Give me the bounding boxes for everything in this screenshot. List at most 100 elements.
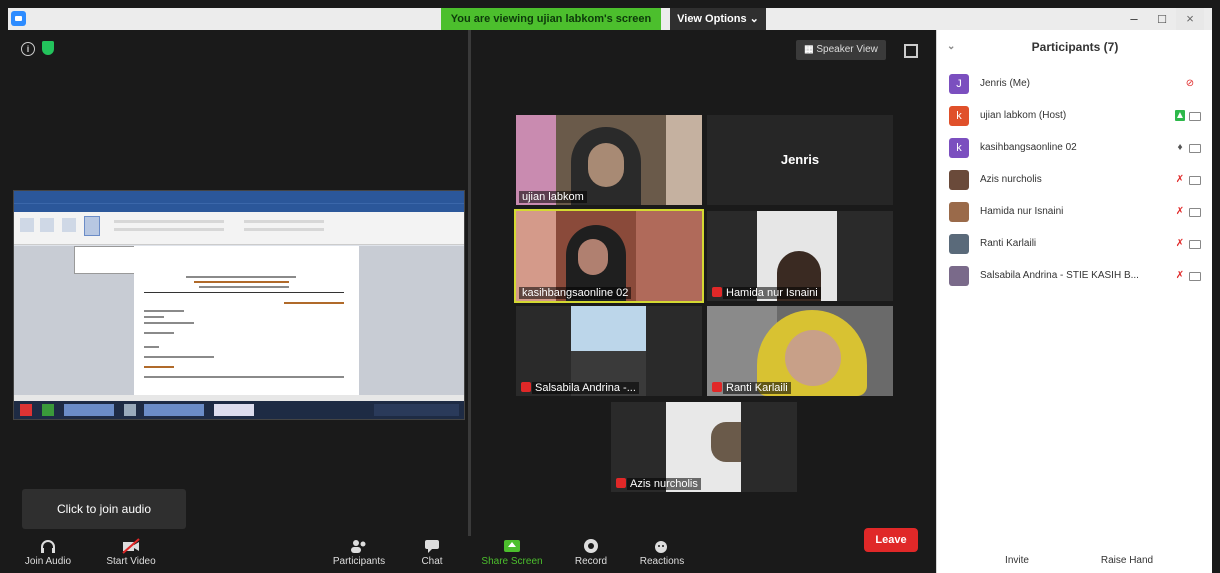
minimize-button[interactable]: – [1120,8,1148,30]
mic-icon: ♦ [1177,142,1183,153]
avatar: k [949,106,969,126]
camera-icon [1189,208,1201,217]
video-gallery: ▦ Speaker View ujian labkom Jenris kasih… [471,30,936,573]
leave-button[interactable]: Leave [864,528,918,552]
video-off-icon [122,538,140,554]
participants-button[interactable]: Participants [324,536,394,573]
maximize-button[interactable]: □ [1148,8,1176,30]
doc-ribbon [14,212,464,245]
join-audio-button[interactable]: Join Audio [13,536,83,573]
participant-row[interactable]: Salsabila Andrina - STIE KASIH B... ✗ [937,264,1212,288]
gallery-icon: ▦ [804,44,814,55]
muted-mic-icon: ✗ [1175,206,1185,217]
fullscreen-icon[interactable] [904,44,918,58]
start-video-label: Start Video [106,556,156,567]
start-video-button[interactable]: Start Video [96,536,166,573]
participant-name: kasihbangsaonline 02 [980,142,1077,153]
doc-menu [14,203,464,212]
chat-button[interactable]: Chat [397,536,467,573]
doc-area [14,246,464,400]
headphones-icon [41,540,55,553]
avatar: J [949,74,969,94]
join-audio-label: Join Audio [24,556,72,567]
camera-icon [1189,272,1201,281]
video-tile[interactable]: Jenris [707,115,893,205]
invite-button[interactable]: Invite [987,550,1047,572]
video-tile[interactable]: ujian labkom [516,115,702,205]
shared-screen-pane: i Click to join audio [8,30,468,573]
camera-icon [1189,144,1201,153]
share-screen-button[interactable]: Share Screen [477,536,547,573]
doc-titlebar [14,191,464,203]
participant-name: Salsabila Andrina - STIE KASIH B... [980,270,1139,281]
participants-title: Participants (7) [1031,40,1119,54]
reactions-label: Reactions [639,556,685,567]
participant-row[interactable]: k kasihbangsaonline 02 ♦ [937,136,1212,160]
participant-name: Hamida nur Isnaini [980,206,1064,217]
participants-header: ⌄ Participants (7) [937,30,1212,64]
doc-taskbar [14,401,464,419]
camera-icon [1189,176,1201,185]
muted-mic-icon: ✗ [1175,270,1185,281]
participant-row[interactable]: J Jenris (Me) ⊘ [937,72,1212,96]
tile-label: Azis nurcholis [627,478,701,490]
meeting-toolbar: Join Audio Start Video Participants Chat [8,536,936,573]
participants-panel: ⌄ Participants (7) J Jenris (Me) ⊘ k uji… [936,30,1212,573]
speaker-view-button[interactable]: ▦ Speaker View [796,40,886,60]
muted-mic-icon: ✗ [1175,238,1185,249]
video-tile-active[interactable]: kasihbangsaonline 02 [514,209,704,303]
reactions-icon [655,541,667,553]
chat-icon [425,540,439,553]
encryption-shield-icon[interactable] [42,41,54,55]
raise-hand-button[interactable]: Raise Hand [1087,550,1167,572]
record-button[interactable]: Record [556,536,626,573]
participant-name: Jenris (Me) [980,78,1031,89]
close-button[interactable]: × [1176,8,1204,30]
camera-icon [1189,240,1201,249]
collapse-chevron-icon[interactable]: ⌄ [947,30,955,64]
video-tile[interactable]: Ranti Karlaili [707,306,893,396]
tile-label: Salsabila Andrina -... [532,382,639,394]
participant-row[interactable]: Hamida nur Isnaini ✗ [937,200,1212,224]
record-icon [584,539,598,553]
tile-name: Jenris [780,152,820,167]
tile-label: Ranti Karlaili [723,382,791,394]
avatar [949,170,969,190]
join-audio-tooltip[interactable]: Click to join audio [22,489,186,529]
info-icon[interactable]: i [21,42,35,56]
muted-mic-icon [712,382,722,392]
participant-row[interactable]: Azis nurcholis ✗ [937,168,1212,192]
doc-page [134,246,359,400]
video-tile[interactable]: Azis nurcholis [611,402,797,492]
avatar: k [949,138,969,158]
chat-label: Chat [421,556,443,567]
view-options-button[interactable]: View Options ⌄ [670,8,766,30]
video-tile[interactable]: Hamida nur Isnaini [707,211,893,301]
participant-row[interactable]: k ujian labkom (Host) ▲ [937,104,1212,128]
share-screen-icon [504,540,520,552]
participants-label: Participants [332,556,386,567]
zoom-window: You are viewing ujian labkom's screen Vi… [8,8,1212,573]
record-label: Record [574,556,608,567]
tile-label: ujian labkom [519,191,587,203]
viewing-banner: You are viewing ujian labkom's screen [441,8,661,30]
muted-mic-icon [521,382,531,392]
share-screen-label: Share Screen [481,556,543,567]
participant-name: ujian labkom (Host) [980,110,1067,121]
reactions-button[interactable]: Reactions [627,536,697,573]
participant-row[interactable]: Ranti Karlaili ✗ [937,232,1212,256]
participants-icon [351,540,366,553]
video-off-icon: ⊘ [1185,78,1195,89]
screen-share-icon: ▲ [1175,110,1185,121]
tile-label: Hamida nur Isnaini [723,287,821,299]
participant-name: Ranti Karlaili [980,238,1037,249]
avatar [949,202,969,222]
participant-name: Azis nurcholis [980,174,1042,185]
camera-icon [1189,112,1201,121]
tile-label: kasihbangsaonline 02 [519,287,632,299]
avatar [949,266,969,286]
muted-mic-icon [616,478,626,488]
video-tile[interactable]: Salsabila Andrina -... [516,306,702,396]
zoom-logo-icon [11,11,26,26]
title-bar: You are viewing ujian labkom's screen Vi… [8,8,1212,31]
